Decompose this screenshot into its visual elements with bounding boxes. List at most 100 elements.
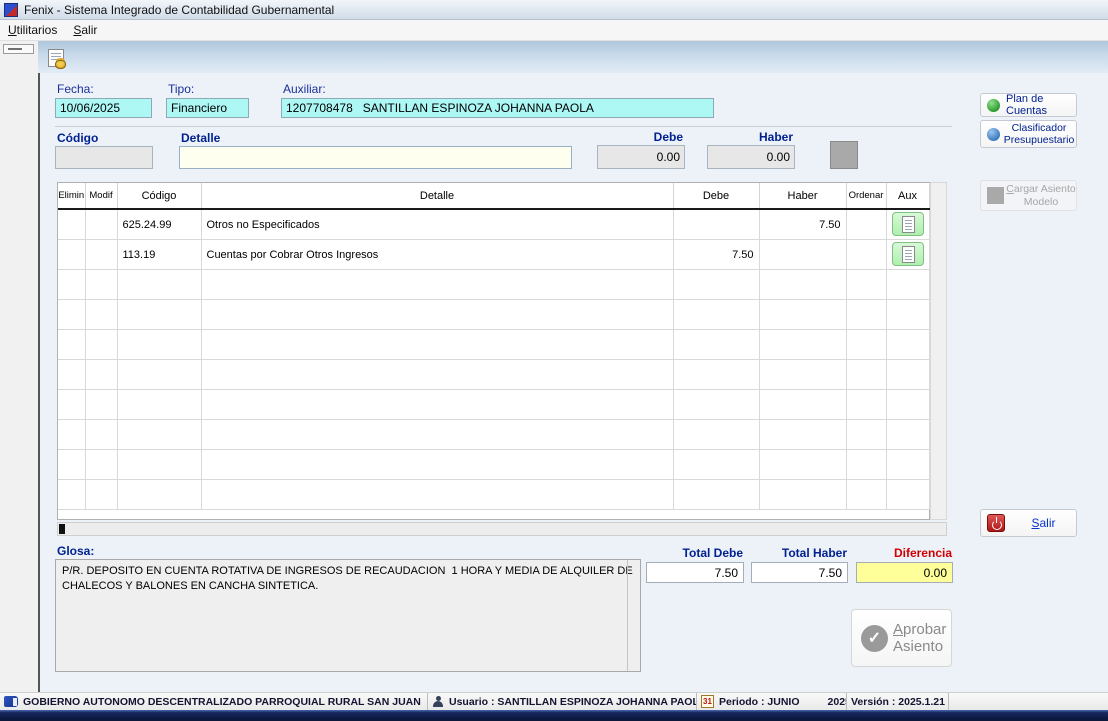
- table-cell: [58, 329, 86, 360]
- table-cell-aux: [886, 239, 930, 270]
- col-haber: Haber: [759, 183, 847, 210]
- table-row[interactable]: [58, 299, 930, 330]
- check-icon: ✓: [861, 624, 888, 652]
- table-row[interactable]: 113.19 Cuentas por Cobrar Otros Ingresos 7…: [58, 239, 930, 270]
- tipo-input[interactable]: Financiero: [166, 98, 249, 118]
- haber-input[interactable]: 0.00: [707, 145, 795, 169]
- table-row[interactable]: 625.24.99 Otros no Especificados 7.50: [58, 209, 930, 240]
- table-cell: [58, 419, 86, 450]
- table-row[interactable]: [58, 359, 930, 390]
- fecha-input[interactable]: 10/06/2025: [55, 98, 152, 118]
- table-cell: [117, 329, 202, 360]
- table-cell: [117, 449, 202, 480]
- table-cell: [58, 269, 86, 300]
- table-cell: [759, 479, 847, 510]
- auxiliar-input[interactable]: 1207708478 SANTILLAN ESPINOZA JOHANNA PA…: [281, 98, 714, 118]
- clasificador-presupuestario-button[interactable]: Clasificador Presupuestario: [980, 120, 1077, 148]
- child-window-header: [38, 41, 1108, 73]
- application-window: Fenix - Sistema Integrado de Contabilida…: [0, 0, 1108, 721]
- table-row[interactable]: [58, 449, 930, 480]
- plan-de-cuentas-button[interactable]: Plan de Cuentas: [980, 93, 1077, 117]
- total-haber-label: Total Haber: [781, 546, 847, 560]
- table-cell: [85, 209, 118, 240]
- minimize-icon: [8, 48, 22, 50]
- table-horizontal-scrollbar[interactable]: [57, 522, 947, 536]
- minimized-window-widget[interactable]: [3, 44, 34, 54]
- aux-button[interactable]: [891, 212, 924, 236]
- window-title: Fenix - Sistema Integrado de Contabilida…: [24, 2, 335, 17]
- cargar-asiento-modelo-button[interactable]: Cargar Asiento Modelo: [980, 180, 1077, 211]
- col-debe: Debe: [673, 183, 760, 210]
- table-cell: [58, 389, 86, 420]
- table-row[interactable]: [58, 329, 930, 360]
- table-cell: [673, 329, 760, 360]
- table-row[interactable]: [58, 269, 930, 300]
- add-line-button[interactable]: [830, 141, 858, 169]
- table-cell: [759, 299, 847, 330]
- entry-table: Elimin Modif Código Detalle Debe Haber O…: [57, 182, 930, 520]
- table-cell: 625.24.99: [117, 209, 202, 240]
- table-cell: [759, 269, 847, 300]
- table-cell: [85, 449, 118, 480]
- table-cell: [201, 419, 674, 450]
- menu-item-utilitarios[interactable]: Utilitarios: [0, 21, 65, 39]
- status-periodo: 31 Periodo : JUNIO 2025: [697, 693, 847, 710]
- user-icon: [432, 695, 444, 708]
- detalle-input[interactable]: [179, 146, 572, 169]
- status-usuario: Usuario : SANTILLAN ESPINOZA JOHANNA PAO…: [428, 693, 697, 710]
- table-cell-aux: [886, 209, 930, 240]
- table-cell: [759, 389, 847, 420]
- table-row[interactable]: [58, 389, 930, 420]
- detalle-label: Detalle: [181, 131, 221, 145]
- table-cell: 7.50: [759, 209, 847, 240]
- table-cell: [673, 389, 760, 420]
- table-cell: [58, 479, 86, 510]
- table-cell: 113.19: [117, 239, 202, 270]
- table-cell: [201, 329, 674, 360]
- taskbar[interactable]: [0, 710, 1108, 721]
- salir-button[interactable]: Salir: [980, 509, 1077, 537]
- table-cell: [117, 419, 202, 450]
- table-cell: [85, 329, 118, 360]
- table-cell: [201, 269, 674, 300]
- menu-item-salir[interactable]: Salir: [65, 21, 105, 39]
- codigo-input[interactable]: [55, 146, 153, 169]
- table-cell: [673, 209, 760, 240]
- gray-square-icon: [987, 187, 1004, 204]
- table-cell: [759, 419, 847, 450]
- diferencia-value: 0.00: [856, 562, 953, 583]
- table-row[interactable]: [58, 479, 930, 510]
- table-vertical-scrollbar[interactable]: [930, 182, 947, 520]
- debe-input[interactable]: 0.00: [597, 145, 685, 169]
- table-cell-aux: [886, 329, 930, 360]
- table-cell: [759, 359, 847, 390]
- glosa-textarea[interactable]: P/R. DEPOSITO EN CUENTA ROTATIVA DE INGR…: [55, 559, 641, 672]
- col-detalle: Detalle: [201, 183, 674, 210]
- diferencia-label: Diferencia: [893, 546, 952, 560]
- aprobar-asiento-button[interactable]: ✓ Aprobar Asiento: [851, 609, 952, 667]
- scrollbar-thumb[interactable]: [59, 524, 65, 534]
- total-debe-label: Total Debe: [682, 546, 743, 560]
- table-cell-aux: [886, 479, 930, 510]
- aux-button[interactable]: [891, 242, 924, 266]
- table-cell: [117, 479, 202, 510]
- table-cell: Cuentas por Cobrar Otros Ingresos: [201, 239, 674, 270]
- table-cell-aux: [886, 299, 930, 330]
- haber-label: Haber: [758, 130, 793, 144]
- table-cell: [846, 329, 887, 360]
- app-icon: [4, 2, 18, 17]
- table-cell: [201, 299, 674, 330]
- accounting-document-icon[interactable]: [48, 49, 66, 69]
- table-cell: [759, 329, 847, 360]
- table-row[interactable]: [58, 419, 930, 450]
- col-modif: Modif: [85, 183, 118, 210]
- calendar-icon: 31: [701, 695, 714, 708]
- table-cell: [58, 449, 86, 480]
- table-cell: [846, 359, 887, 390]
- table-cell: [117, 269, 202, 300]
- table-cell-aux: [886, 389, 930, 420]
- glosa-scrollbar[interactable]: [627, 560, 639, 671]
- table-cell: [201, 449, 674, 480]
- col-aux: Aux: [886, 183, 930, 210]
- codigo-label: Código: [57, 131, 99, 145]
